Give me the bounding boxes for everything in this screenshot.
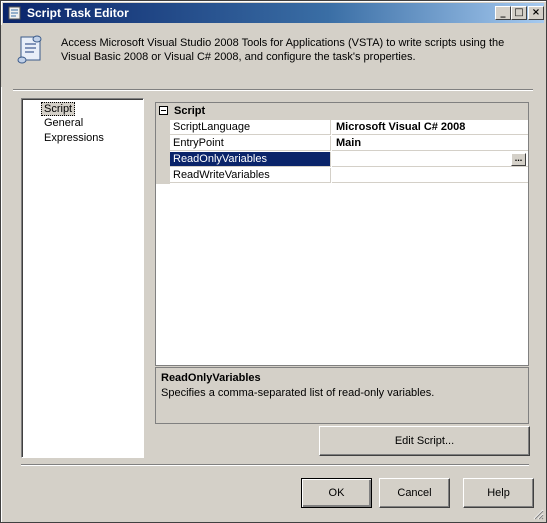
minimize-button[interactable]: _ [495,6,511,20]
property-row-readonlyvariables[interactable]: ReadOnlyVariables ... [156,152,528,168]
property-row-readwritevariables[interactable]: ReadWriteVariables [156,168,528,184]
property-name[interactable]: ScriptLanguage [170,120,331,135]
nav-item-expressions[interactable]: Expressions [42,132,106,144]
property-name[interactable]: ReadOnlyVariables [170,152,331,167]
property-row-entrypoint[interactable]: EntryPoint Main [156,136,528,152]
maximize-button[interactable]: □ [511,6,527,20]
window-title: Script Task Editor [27,6,129,20]
property-value[interactable] [332,168,528,183]
property-value[interactable]: ... [332,152,528,167]
property-grid[interactable]: Script ScriptLanguage Microsoft Visual C… [155,102,529,366]
footer-divider [21,464,529,466]
header-description: Access Microsoft Visual Studio 2008 Tool… [61,37,505,63]
nav-item-general[interactable]: General [42,117,85,129]
header-panel: Access Microsoft Visual Studio 2008 Tool… [1,25,546,87]
edit-script-button[interactable]: Edit Script... [319,426,530,456]
header-divider [13,89,533,91]
help-button[interactable]: Help [463,478,534,508]
nav-item-script[interactable]: Script [41,102,76,116]
page-navigation-list[interactable]: Script General Expressions [21,98,144,458]
collapse-icon[interactable] [159,106,168,115]
property-value[interactable]: Main [332,136,528,151]
script-task-icon [8,6,21,20]
property-name[interactable]: EntryPoint [170,136,331,151]
category-script[interactable]: Script [156,103,528,120]
category-label: Script [174,105,206,117]
resize-grip-icon[interactable] [532,508,544,520]
property-row-scriptlanguage[interactable]: ScriptLanguage Microsoft Visual C# 2008 [156,120,528,136]
ellipsis-button[interactable]: ... [511,153,526,166]
cancel-button[interactable]: Cancel [379,478,450,508]
ok-button[interactable]: OK [301,478,372,508]
title-bar[interactable]: Script Task Editor _ □ × [3,3,544,23]
property-name[interactable]: ReadWriteVariables [170,168,331,183]
script-scroll-icon [17,35,42,64]
description-text: Specifies a comma-separated list of read… [161,387,435,399]
close-button[interactable]: × [528,6,544,20]
property-value[interactable]: Microsoft Visual C# 2008 [332,120,528,135]
script-task-editor-window: Script Task Editor _ □ × Access Microsof… [0,0,547,523]
description-title: ReadOnlyVariables [161,372,261,384]
property-description-pane: ReadOnlyVariables Specifies a comma-sepa… [155,367,529,424]
